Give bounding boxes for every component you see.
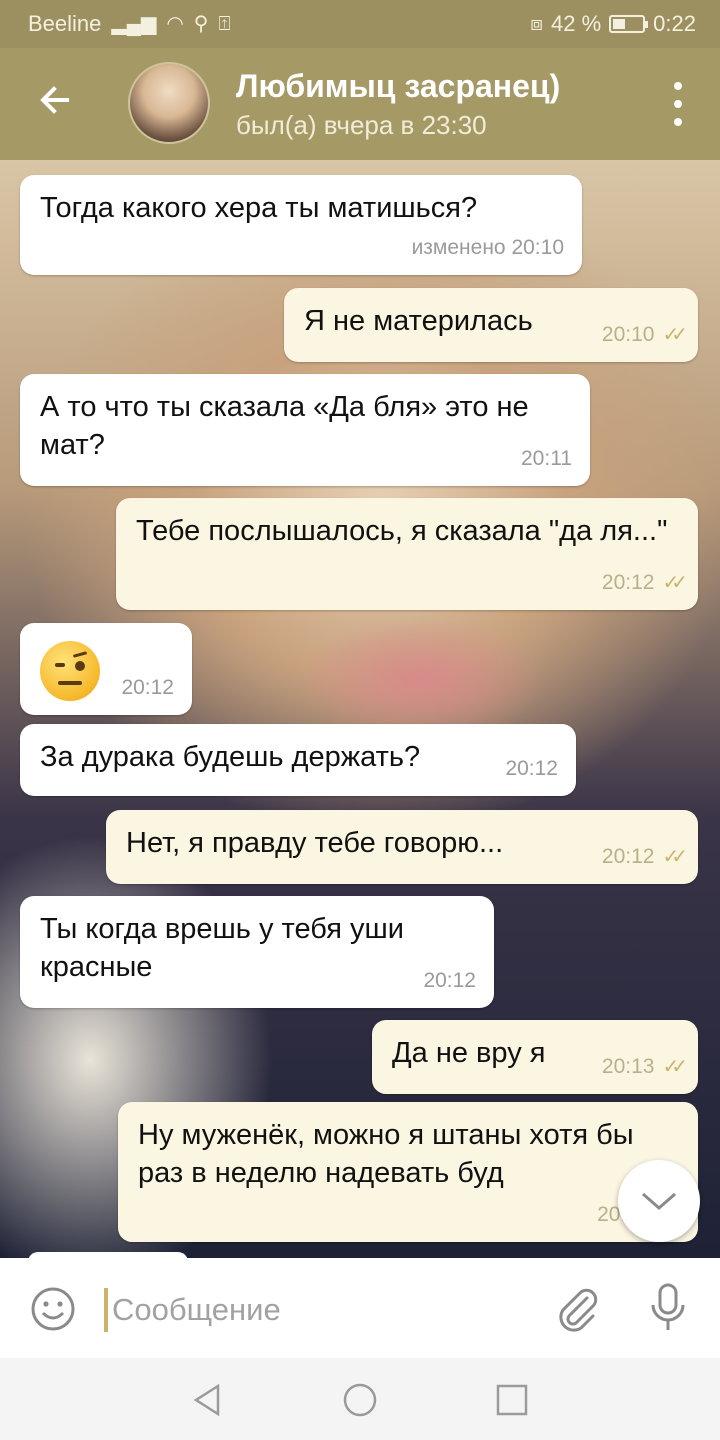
smile-icon[interactable] — [30, 1286, 76, 1332]
avatar[interactable] — [128, 62, 210, 144]
message-time: 20:13 — [601, 1055, 655, 1078]
signal-icon: ▂▄▆ — [111, 13, 157, 35]
wifi-icon: ◠ — [166, 13, 184, 35]
message-out[interactable]: Нет, я правду тебе говорю... 20:12 ✓✓ — [106, 810, 698, 884]
message-text: Да не вру я — [392, 1037, 546, 1069]
last-seen-status: был(а) вчера в 23:30 — [236, 110, 487, 140]
message-text: Ты когда врешь у тебя уши красные — [40, 913, 404, 983]
message-time: изменено 20:10 — [411, 236, 564, 259]
message-text: А то что ты сказала «Да бля» это не мат? — [40, 391, 529, 461]
message-text: Нет, я правду тебе говорю... — [126, 827, 504, 859]
message-out[interactable]: Тебе послышалось, я сказала "да ля..." 2… — [116, 498, 698, 610]
message-in[interactable]: А то что ты сказала «Да бля» это не мат?… — [20, 374, 590, 486]
message-out[interactable]: Я не материлась 20:10 ✓✓ — [284, 288, 698, 362]
message-text: За дурака будешь держать? — [40, 741, 421, 773]
message-time: 20:10 — [601, 323, 655, 346]
chat-title[interactable]: Любимыц засранец) — [236, 68, 560, 105]
message-in[interactable]: Тогда какого хера ты матишься? изменено … — [20, 175, 582, 275]
message-time: 20:12 — [601, 845, 655, 868]
scroll-down-button[interactable] — [618, 1160, 700, 1242]
double-check-icon: ✓✓ — [662, 324, 687, 346]
message-input[interactable] — [110, 1286, 534, 1334]
triangle-back-icon[interactable] — [188, 1380, 228, 1420]
battery-icon — [609, 15, 649, 33]
paperclip-icon[interactable] — [553, 1284, 601, 1332]
system-navigation-bar — [0, 1358, 720, 1440]
upload-icon: ⍐ — [218, 13, 231, 35]
clock: 0:22 — [653, 11, 696, 36]
message-in[interactable]: За дурака будешь держать? 20:12 — [20, 724, 576, 796]
double-check-icon: ✓✓ — [662, 1056, 687, 1078]
message-time: 20:12 — [423, 969, 476, 992]
double-check-icon: ✓✓ — [662, 846, 687, 868]
message-time: 20:12 — [601, 571, 655, 594]
message-in[interactable]: Ты когда врешь у тебя уши красные 20:12 — [20, 896, 494, 1008]
message-out[interactable]: Ну муженёк, можно я штаны хотя бы раз в … — [118, 1102, 698, 1242]
carrier-label: Beeline — [28, 11, 102, 36]
raised-eyebrow-emoji-icon — [40, 641, 100, 701]
message-composer — [0, 1258, 720, 1358]
message-text: Тебе послышалось, я сказала "да ля..." — [136, 515, 668, 547]
status-bar: Beeline ▂▄▆ ◠ ⚲ ⍐ ⧈ 42 % 0:22 — [0, 0, 720, 48]
message-in-emoji[interactable]: 20:12 — [20, 623, 192, 715]
message-time: 20:12 — [121, 676, 174, 699]
chat-header: Любимыц засранец) был(а) вчера в 23:30 — [0, 48, 720, 160]
message-list[interactable]: Тогда какого хера ты матишься? изменено … — [0, 160, 720, 1258]
message-time: 20:11 — [521, 447, 572, 470]
message-text: Я не материлась — [304, 305, 533, 337]
back-button[interactable] — [30, 80, 80, 130]
square-recents-icon[interactable] — [492, 1380, 532, 1420]
message-time: 20:12 — [505, 757, 558, 780]
message-text: Ну муженёк, можно я штаны хотя бы раз в … — [138, 1119, 634, 1189]
circle-home-icon[interactable] — [340, 1380, 380, 1420]
message-out[interactable]: Да не вру я 20:13 ✓✓ — [372, 1020, 698, 1094]
microphone-icon[interactable] — [646, 1282, 690, 1334]
message-text: Тогда какого хера ты матишься? — [40, 192, 478, 224]
chevron-down-icon — [642, 1192, 676, 1210]
arrow-left-icon — [40, 86, 69, 114]
more-vertical-icon[interactable] — [666, 82, 690, 126]
search-icon: ⚲ — [193, 13, 209, 35]
vibrate-icon: ⧈ — [530, 13, 544, 35]
double-check-icon: ✓✓ — [662, 572, 687, 594]
battery-percent: 42 % — [551, 11, 602, 36]
text-cursor — [104, 1288, 108, 1332]
